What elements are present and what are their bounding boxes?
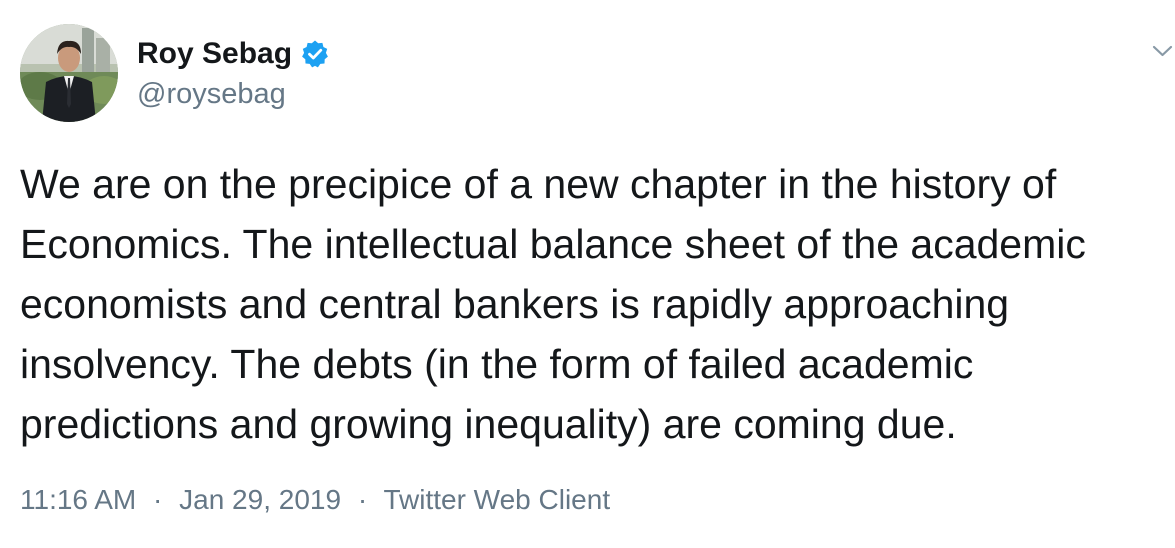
meta-separator: · [153,484,163,515]
author-avatar[interactable] [20,24,118,122]
avatar-photo [20,24,118,122]
chevron-down-icon[interactable] [1150,38,1175,63]
tweet-text-line: Economics. The intellectual balance shee… [20,221,1086,267]
tweet-time[interactable]: 11:16 AM [20,484,136,515]
author-name-row: Roy Sebag [137,36,330,72]
tweet-text: We are on the precipice of a new chapter… [20,154,1170,454]
tweet-date[interactable]: Jan 29, 2019 [179,484,341,515]
tweet-card: Roy Sebag @roysebag We are on the precip… [0,0,1175,548]
tweet-metadata: 11:16 AM · Jan 29, 2019 · Twitter Web Cl… [20,482,610,518]
tweet-text-line: insolvency. The debts (in the form of fa… [20,341,974,387]
meta-separator: · [357,484,368,515]
author-handle[interactable]: @roysebag [137,76,286,112]
author-display-name[interactable]: Roy Sebag [137,36,292,72]
tweet-text-line: economists and central bankers is rapidl… [20,281,1010,327]
tweet-text-line: predictions and growing inequality) are … [20,401,957,447]
tweet-source[interactable]: Twitter Web Client [383,484,610,515]
tweet-text-line: We are on the precipice of a new chapter… [20,161,1057,207]
verified-badge-icon [300,39,330,69]
